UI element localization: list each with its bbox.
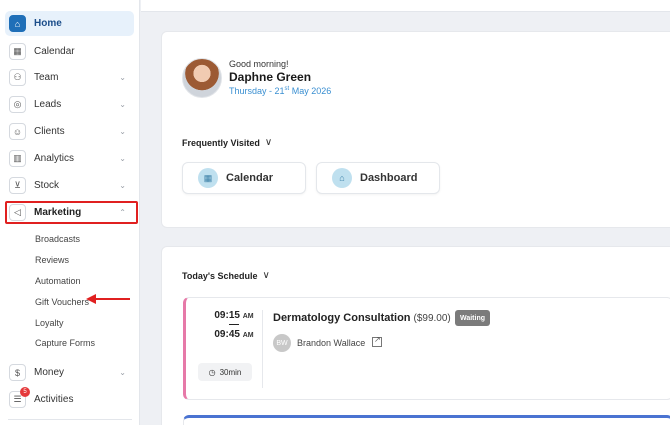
current-date: Thursday - 21st May 2026 [229,86,332,96]
home-icon: ⌂ [332,168,352,188]
activities-icon: ☰ 5 [9,387,30,408]
dollar-icon: $ [9,364,26,381]
sidebar-item-leads[interactable]: ◎ Leads ⌄ [5,92,134,117]
sidebar-subitem-reviews[interactable]: Reviews [35,255,69,265]
sidebar-item-label: Marketing [34,207,82,218]
sidebar-subitem-gift-vouchers[interactable]: Gift Vouchers [35,297,89,307]
clock-icon: ◷ [208,367,216,377]
sidebar-item-label: Leads [34,99,62,110]
megaphone-icon: ◁ [9,204,26,221]
divider [8,419,132,420]
sidebar-item-label: Stock [34,180,60,191]
service-price: ($99.00) [413,313,451,324]
status-badge: Waiting [455,310,491,326]
chevron-down-icon: ⌄ [119,127,126,136]
sidebar-item-activities[interactable]: ☰ 5 Activities [5,387,134,412]
team-icon: ⚇ [9,69,26,86]
sidebar-item-money[interactable]: $ Money ⌄ [5,360,134,385]
chevron-down-icon: ⌄ [119,73,126,82]
greeting-text: Good morning! [229,59,289,69]
sidebar-item-analytics[interactable]: ▥ Analytics ⌄ [5,146,134,171]
sidebar-subitem-broadcasts[interactable]: Broadcasts [35,234,80,244]
welcome-card: Good morning! Daphne Green Thursday - 21… [161,31,670,228]
quick-link-calendar[interactable]: ▦ Calendar [182,162,306,194]
external-link-icon[interactable] [372,335,382,347]
appointment-time: 09:15 AM — 09:45 AM [214,310,254,340]
notification-badge: 5 [20,387,30,397]
sidebar-item-label: Home [34,18,62,29]
chevron-up-icon: ⌃ [119,208,126,217]
calendar-icon: ▦ [198,168,218,188]
sidebar-subitem-loyalty[interactable]: Loyalty [35,318,64,328]
chevron-down-icon: ⌄ [119,100,126,109]
chevron-down-icon: ⌄ [119,181,126,190]
appointment-card-next[interactable] [183,415,670,425]
duration-badge: ◷ 30min [198,363,252,381]
chevron-down-icon: ⌄ [119,368,126,377]
sidebar-item-marketing[interactable]: ◁ Marketing ⌃ [5,200,134,225]
home-icon: ⌂ [9,15,26,32]
sidebar-item-label: Calendar [34,46,75,57]
calendar-icon: ▦ [9,43,26,60]
sidebar-item-label: Clients [34,126,65,137]
sidebar-item-label: Analytics [34,153,75,164]
chevron-down-icon: ⌄ [119,154,126,163]
top-bar [141,0,670,12]
divider [262,310,263,388]
sidebar: ⌂ Home ▦ Calendar ⚇ Team ⌄ ◎ Leads ⌄ ☺ C… [0,0,140,425]
chevron-down-icon: ∨ [264,137,273,148]
sidebar-item-label: Team [34,72,59,83]
service-title: Dermatology Consultation ($99.00) [273,312,451,324]
schedule-toggle[interactable]: Today's Schedule ∨ [182,270,270,281]
client-avatar: BW [273,334,291,352]
target-icon: ◎ [9,96,26,113]
cart-icon: ⊻ [9,177,26,194]
sidebar-item-label: Activities [34,394,74,405]
appointment-card[interactable]: 09:15 AM — 09:45 AM ◷ 30min Dermatology … [183,297,670,400]
frequently-visited-toggle[interactable]: Frequently Visited ∨ [182,137,272,148]
bar-chart-icon: ▥ [9,150,26,167]
chevron-down-icon: ∨ [262,270,270,281]
sidebar-subitem-automation[interactable]: Automation [35,276,81,286]
sidebar-item-clients[interactable]: ☺ Clients ⌄ [5,119,134,144]
sidebar-item-calendar[interactable]: ▦ Calendar [5,39,134,64]
sidebar-item-stock[interactable]: ⊻ Stock ⌄ [5,173,134,198]
client-name[interactable]: Brandon Wallace [297,338,365,348]
annotation-arrow [86,294,130,304]
user-icon: ☺ [9,123,26,140]
quick-link-dashboard[interactable]: ⌂ Dashboard [316,162,440,194]
sidebar-item-team[interactable]: ⚇ Team ⌄ [5,65,134,90]
sidebar-subitem-capture-forms[interactable]: Capture Forms [35,338,95,348]
avatar [182,58,222,98]
sidebar-item-home[interactable]: ⌂ Home [5,11,134,36]
sidebar-item-label: Money [34,367,65,378]
user-name: Daphne Green [229,70,312,84]
